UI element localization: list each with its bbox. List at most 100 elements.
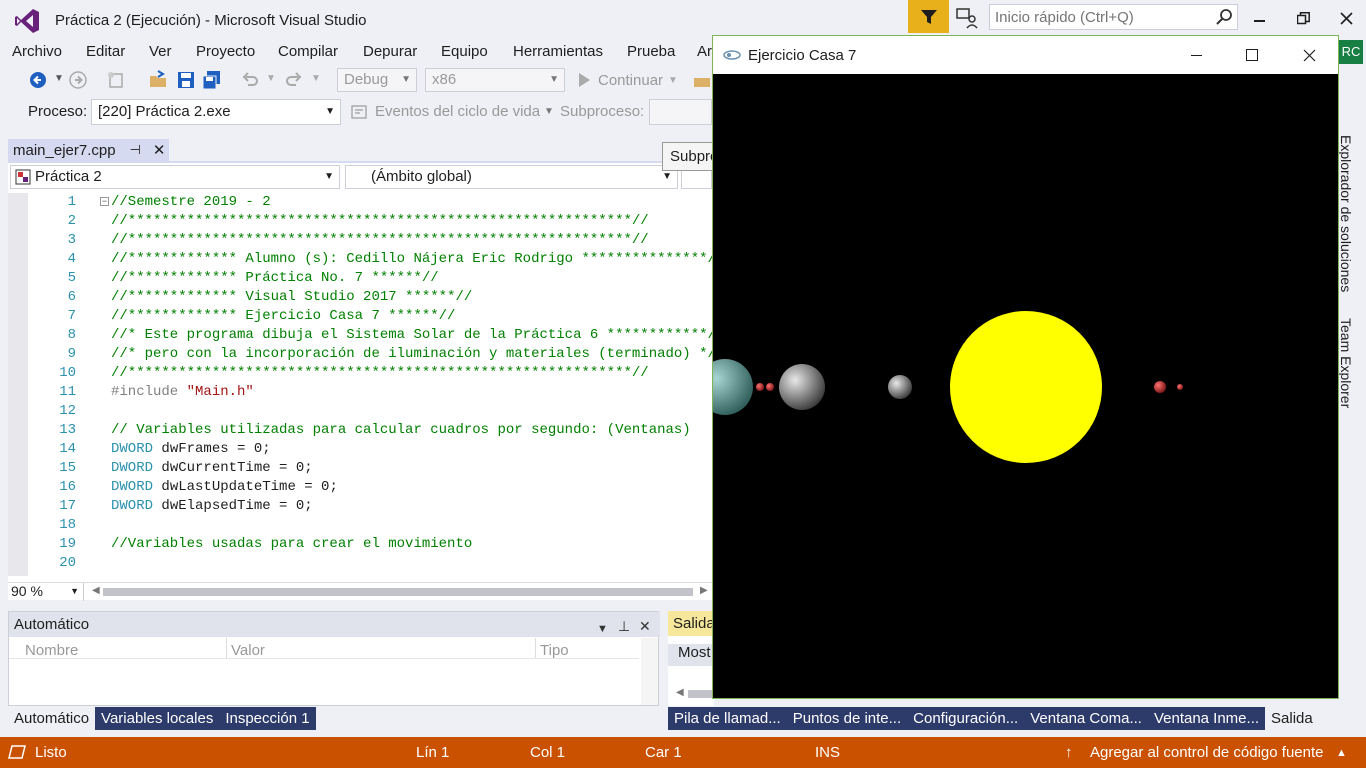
attach-icon[interactable] bbox=[692, 70, 712, 90]
horizontal-scrollbar[interactable] bbox=[688, 690, 714, 698]
vertical-scrollbar[interactable] bbox=[641, 638, 658, 705]
new-project-icon[interactable] bbox=[106, 70, 126, 90]
code-line[interactable]: 1 −//Semestre 2019 - 2 bbox=[8, 193, 712, 212]
opengl-maximize-button[interactable] bbox=[1234, 41, 1270, 69]
code-line[interactable]: 20 bbox=[8, 554, 712, 573]
code-line[interactable]: 16 DWORD dwLastUpdateTime = 0; bbox=[8, 478, 712, 497]
tab-breakpoints[interactable]: Puntos de inte... bbox=[786, 707, 908, 730]
pin-icon[interactable]: ⊣ bbox=[130, 142, 141, 158]
collapse-region-icon[interactable]: − bbox=[100, 197, 109, 206]
menu-herramientas[interactable]: Herramientas bbox=[513, 43, 603, 60]
tab-output[interactable]: Salida bbox=[1265, 707, 1319, 730]
code-line[interactable]: 15 DWORD dwCurrentTime = 0; bbox=[8, 459, 712, 478]
pin-icon[interactable]: ⊥ bbox=[618, 614, 630, 639]
code-line[interactable]: 5 //************* Práctica No. 7 ******// bbox=[8, 269, 712, 288]
minimize-button[interactable] bbox=[1245, 6, 1275, 30]
undo-icon[interactable] bbox=[240, 70, 260, 90]
column-type[interactable]: Tipo bbox=[540, 642, 569, 659]
thread-dropdown[interactable] bbox=[649, 99, 712, 125]
menu-analizar[interactable]: Ar bbox=[697, 43, 712, 60]
opengl-title-bar[interactable]: Ejercicio Casa 7 bbox=[713, 36, 1338, 74]
undo-dropdown-icon[interactable]: ▼ bbox=[266, 73, 276, 84]
code-line[interactable]: 4 //************* Alumno (s): Cedillo Náj… bbox=[8, 250, 712, 269]
code-line[interactable]: 7 //************* Ejercicio Casa 7 ******… bbox=[8, 307, 712, 326]
tab-call-stack[interactable]: Pila de llamad... bbox=[668, 707, 787, 730]
redo-icon[interactable] bbox=[284, 70, 304, 90]
tab-team-explorer[interactable]: Team Explorer bbox=[1338, 318, 1354, 408]
menu-archivo[interactable]: Archivo bbox=[12, 43, 62, 60]
menu-proyecto[interactable]: Proyecto bbox=[196, 43, 255, 60]
opengl-render-canvas[interactable] bbox=[713, 74, 1338, 698]
tab-inspeccion-1[interactable]: Inspección 1 bbox=[219, 707, 316, 730]
menu-equipo[interactable]: Equipo bbox=[441, 43, 488, 60]
opengl-minimize-button[interactable] bbox=[1179, 41, 1215, 69]
navigate-forward-icon[interactable] bbox=[68, 70, 88, 90]
tab-solution-explorer[interactable]: Explorador de soluciones bbox=[1338, 135, 1354, 292]
continue-dropdown-icon[interactable]: ▼ bbox=[668, 75, 678, 86]
code-line[interactable]: 19 //Variables usadas para crear el movim… bbox=[8, 535, 712, 554]
quick-launch-input[interactable] bbox=[990, 5, 1205, 29]
tab-immediate-window[interactable]: Ventana Inme... bbox=[1147, 707, 1266, 730]
code-line[interactable]: 6 //************* Visual Studio 2017 ****… bbox=[8, 288, 712, 307]
solution-config-dropdown[interactable]: Debug ▼ bbox=[337, 68, 417, 92]
code-line[interactable]: 14 DWORD dwFrames = 0; bbox=[8, 440, 712, 459]
scope-nav-dropdown[interactable]: (Ámbito global) ▼ bbox=[345, 165, 678, 189]
scroll-left-icon[interactable]: ◀ bbox=[676, 687, 684, 698]
save-all-icon[interactable] bbox=[202, 70, 222, 90]
project-nav-dropdown[interactable]: Práctica 2 ▼ bbox=[10, 165, 340, 189]
continue-play-icon[interactable] bbox=[574, 70, 594, 90]
menu-ver[interactable]: Ver bbox=[149, 43, 172, 60]
opengl-close-button[interactable] bbox=[1291, 41, 1327, 69]
lifecycle-events-icon[interactable] bbox=[350, 103, 368, 121]
code-line[interactable]: 8 //* Este programa dibuja el Sistema Sol… bbox=[8, 326, 712, 345]
window-position-icon[interactable]: ▼ bbox=[597, 617, 608, 642]
code-line[interactable]: 2 //*************************************… bbox=[8, 212, 712, 231]
tab-exception-settings[interactable]: Configuración... bbox=[907, 707, 1025, 730]
code-line[interactable]: 3 //*************************************… bbox=[8, 231, 712, 250]
menu-compilar[interactable]: Compilar bbox=[278, 43, 338, 60]
code-line[interactable]: 9 //* pero con la incorporación de ilumin… bbox=[8, 345, 712, 364]
lifecycle-events-button[interactable]: Eventos del ciclo de vida bbox=[375, 103, 540, 120]
code-line[interactable]: 17 DWORD dwElapsedTime = 0; bbox=[8, 497, 712, 516]
close-button[interactable] bbox=[1331, 6, 1361, 30]
code-line[interactable]: 18 bbox=[8, 516, 712, 535]
code-line[interactable]: 10 //************************************… bbox=[8, 364, 712, 383]
column-value[interactable]: Valor bbox=[231, 642, 265, 659]
save-icon[interactable] bbox=[176, 70, 196, 90]
lifecycle-dropdown-icon[interactable]: ▼ bbox=[544, 106, 554, 117]
add-to-source-control-button[interactable]: Agregar al control de código fuente bbox=[1090, 744, 1324, 761]
zoom-dropdown[interactable]: 90 % ▼ bbox=[8, 583, 84, 601]
close-icon[interactable]: ✕ bbox=[639, 614, 651, 639]
open-file-icon[interactable] bbox=[148, 70, 168, 90]
scroll-right-icon[interactable]: ▶ bbox=[700, 585, 708, 596]
tab-command-window[interactable]: Ventana Coma... bbox=[1024, 707, 1148, 730]
feedback-icon[interactable] bbox=[954, 4, 980, 30]
menu-editar[interactable]: Editar bbox=[86, 43, 125, 60]
redo-dropdown-icon[interactable]: ▼ bbox=[311, 73, 321, 84]
arrow-up-icon[interactable]: ↑ bbox=[1065, 744, 1073, 761]
menu-depurar[interactable]: Depurar bbox=[363, 43, 417, 60]
solution-platform-dropdown[interactable]: x86 ▼ bbox=[425, 68, 565, 92]
chevron-up-icon[interactable]: ▲ bbox=[1336, 747, 1347, 759]
tab-variables-locales[interactable]: Variables locales bbox=[95, 707, 220, 730]
code-text-area[interactable]: 1 −//Semestre 2019 - 2 2 //****************… bbox=[8, 193, 712, 576]
close-icon[interactable]: ✕ bbox=[153, 141, 166, 159]
output-window-icon[interactable] bbox=[8, 745, 26, 759]
scroll-left-icon[interactable]: ◀ bbox=[92, 585, 100, 596]
horizontal-scrollbar[interactable] bbox=[103, 588, 693, 596]
restore-button[interactable] bbox=[1288, 6, 1318, 30]
menu-prueba[interactable]: Prueba bbox=[627, 43, 675, 60]
search-icon[interactable] bbox=[1215, 8, 1233, 26]
process-dropdown[interactable]: [220] Práctica 2.exe ▼ bbox=[91, 99, 341, 125]
tab-main-ejer7[interactable]: main_ejer7.cpp ⊣ ✕ bbox=[8, 139, 169, 161]
code-line[interactable]: 12 bbox=[8, 402, 712, 421]
user-avatar[interactable]: RC bbox=[1339, 40, 1363, 64]
code-line[interactable]: 13 // Variables utilizadas para calcular … bbox=[8, 421, 712, 440]
navigate-back-icon[interactable] bbox=[28, 70, 48, 90]
column-name[interactable]: Nombre bbox=[25, 642, 78, 659]
continue-button[interactable]: Continuar bbox=[598, 72, 663, 89]
code-line[interactable]: 11 #include "Main.h" bbox=[8, 383, 712, 402]
notifications-filter-button[interactable] bbox=[908, 0, 949, 33]
quick-launch-box[interactable] bbox=[989, 4, 1238, 30]
tab-automatico[interactable]: Automático bbox=[8, 707, 96, 730]
